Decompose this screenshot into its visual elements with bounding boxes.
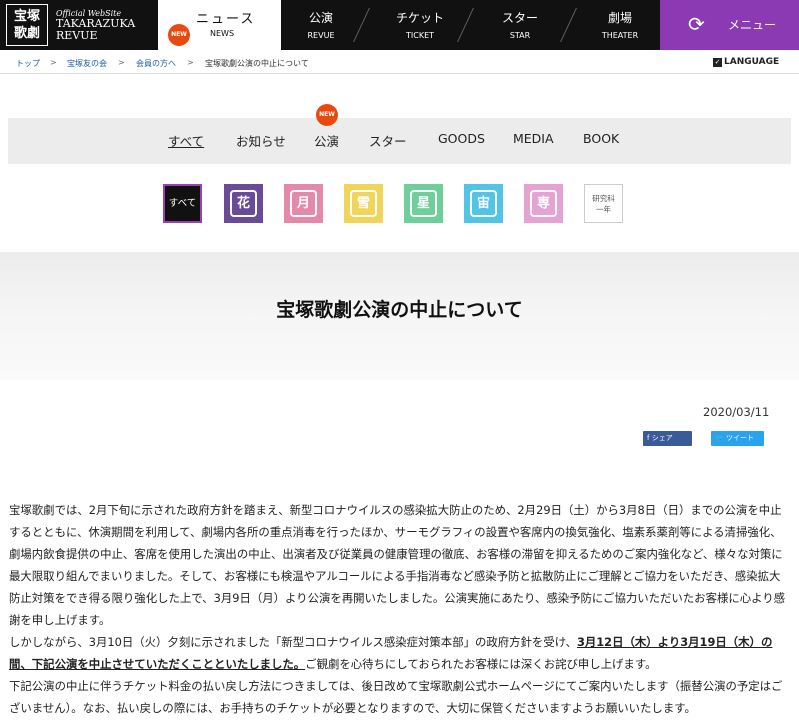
- category-bar: すべて お知らせ 公演 スター GOODS MEDIA BOOK: [8, 118, 791, 164]
- category-all[interactable]: すべて: [168, 131, 204, 150]
- troupe-snow-button[interactable]: 雪: [344, 184, 383, 223]
- nav-ticket-label: チケット: [395, 11, 444, 25]
- troupe-star-button[interactable]: 星: [404, 184, 443, 223]
- breadcrumb-separator: >: [118, 58, 125, 67]
- nav-star-sublabel: STAR: [509, 31, 531, 40]
- troupe-superior-button[interactable]: 専: [524, 184, 563, 223]
- kenkyuka-button[interactable]: 研究科 一年: [584, 184, 623, 223]
- nav-item-revue[interactable]: 公演 REVUE: [281, 0, 361, 50]
- breadcrumb-link-tomonokai[interactable]: 宝塚友の会: [67, 58, 107, 69]
- category-info[interactable]: お知らせ: [236, 131, 286, 150]
- nav-theater-sublabel: THEATER: [601, 31, 639, 40]
- category-revue[interactable]: 公演: [314, 131, 339, 150]
- troupe-flower-button[interactable]: 花: [224, 184, 263, 223]
- site-header: 宝塚 歌劇 Official WebSite TAKARAZUKA REVUE N…: [0, 0, 799, 50]
- nav-item-ticket[interactable]: チケット TICKET: [380, 0, 460, 50]
- menu-label: メニュー: [728, 18, 777, 32]
- star-troupe-icon: 星: [410, 190, 437, 217]
- breadcrumb-link-members[interactable]: 会員の方へ: [136, 58, 176, 69]
- nav-revue-sublabel: REVUE: [307, 31, 335, 40]
- article-text: ご観劇を心待ちにしておられたお客様には深くお詫び申し上げます。: [305, 657, 657, 671]
- logo-mark: 宝塚 歌劇: [6, 4, 48, 46]
- new-badge: NEW: [168, 24, 190, 46]
- twitter-share-label: ツイート: [725, 434, 754, 442]
- facebook-share-button[interactable]: f シェア: [643, 431, 692, 446]
- logo-text: Official WebSite TAKARAZUKA REVUE: [56, 9, 135, 42]
- article-body: 宝塚歌劇では、2月下旬に示された政府方針を踏まえ、新型コロナウイルスの感染拡大防…: [9, 499, 791, 719]
- superior-members-icon: 専: [530, 190, 557, 217]
- category-media[interactable]: MEDIA: [513, 131, 554, 146]
- language-label: LANGUAGE: [724, 57, 780, 67]
- breadcrumb: トップ > 宝塚友の会 > 会員の方へ > 宝塚歌劇公演の中止について ✓ LAN…: [0, 52, 799, 74]
- kenkyuka-label: 研究科 一年: [592, 194, 615, 214]
- moon-troupe-icon: 月: [290, 190, 317, 217]
- flower-troupe-icon: 花: [230, 190, 257, 217]
- page-title: 宝塚歌劇公演の中止について: [276, 299, 523, 321]
- nav-item-theater[interactable]: 劇場 THEATER: [580, 0, 660, 50]
- breadcrumb-separator: >: [50, 58, 57, 67]
- nav-news-sublabel: NEWS: [210, 29, 235, 38]
- article-date: 2020/03/11: [703, 405, 770, 419]
- article-paragraph: しかしながら、3月10日（火）夕刻に示されました「新型コロナウイルス感染症対策本…: [9, 631, 791, 675]
- site-logo[interactable]: 宝塚 歌劇 Official WebSite TAKARAZUKA REVUE: [0, 0, 158, 50]
- category-goods[interactable]: GOODS: [438, 131, 485, 146]
- nav-revue-label: 公演: [308, 11, 333, 25]
- nav-theater-label: 劇場: [607, 11, 632, 25]
- facebook-share-label: シェア: [651, 434, 673, 442]
- language-switch[interactable]: ✓ LANGUAGE: [713, 57, 779, 67]
- logo-line1: TAKARAZUKA: [56, 16, 136, 30]
- breadcrumb-separator: >: [187, 58, 194, 67]
- twitter-icon: 🐦: [715, 434, 726, 442]
- snow-troupe-icon: 雪: [350, 190, 377, 217]
- language-icon: ✓: [713, 58, 722, 67]
- cosmos-troupe-icon: 宙: [470, 190, 497, 217]
- category-new-badge: NEW: [316, 104, 338, 126]
- refresh-icon: ⟳: [688, 12, 705, 36]
- article-paragraph: 下記公演の中止に伴うチケット料金の払い戻し方法につきましては、後日改めて宝塚歌劇…: [9, 679, 783, 715]
- breadcrumb-current: 宝塚歌劇公演の中止について: [205, 59, 309, 68]
- breadcrumb-link-top[interactable]: トップ: [16, 58, 40, 69]
- nav-divider: [560, 8, 577, 42]
- article-text: しかしながら、3月10日（火）夕刻に示されました「新型コロナウイルス感染症対策本…: [9, 635, 577, 649]
- category-book[interactable]: BOOK: [583, 131, 619, 146]
- menu-button[interactable]: ⟳ メニュー: [660, 0, 799, 50]
- nav-item-news[interactable]: NEW ニュース NEWS: [158, 0, 281, 50]
- nav-news-label: ニュース: [196, 12, 256, 27]
- nav-item-star[interactable]: スター STAR: [480, 0, 560, 50]
- nav-ticket-sublabel: TICKET: [405, 31, 435, 40]
- troupe-all-button[interactable]: すべて: [163, 184, 202, 223]
- logo-line2: REVUE: [56, 28, 98, 42]
- twitter-share-button[interactable]: 🐦 ツイート: [711, 431, 764, 446]
- troupe-cosmos-button[interactable]: 宙: [464, 184, 503, 223]
- article-paragraph: 宝塚歌劇では、2月下旬に示された政府方針を踏まえ、新型コロナウイルスの感染拡大防…: [9, 503, 786, 627]
- nav-star-label: スター: [501, 11, 538, 25]
- category-star[interactable]: スター: [369, 131, 407, 150]
- troupe-moon-button[interactable]: 月: [284, 184, 323, 223]
